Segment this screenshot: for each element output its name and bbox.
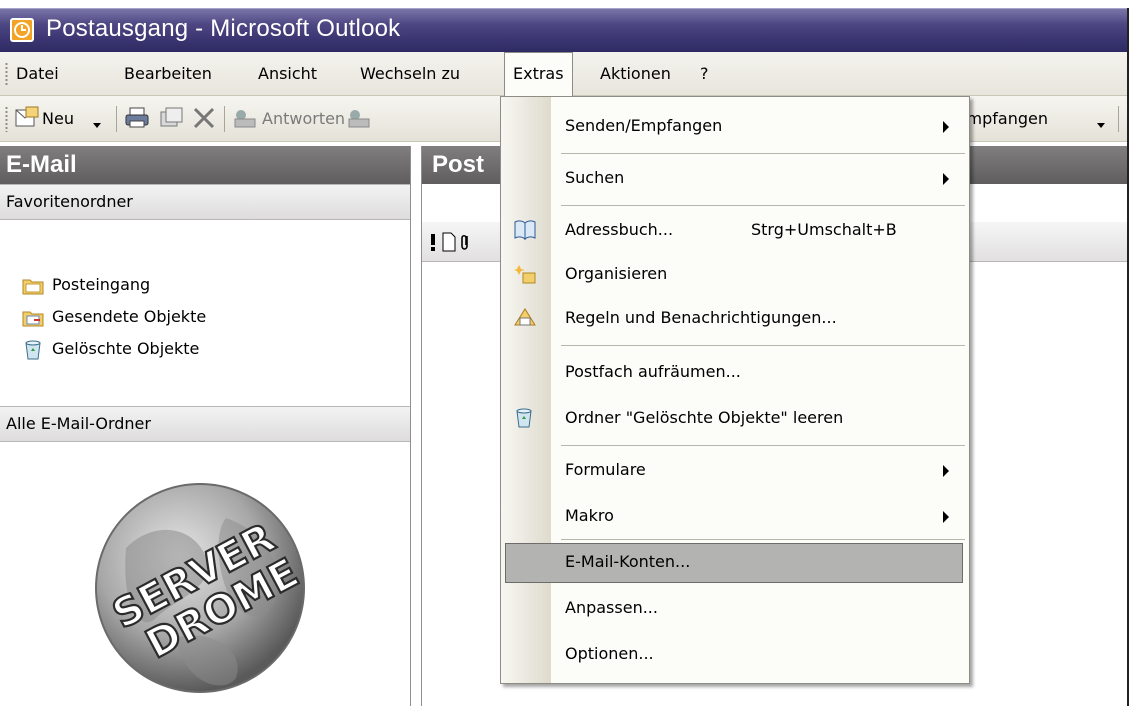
chevron-down-icon[interactable] [1096, 115, 1106, 134]
menu-datei[interactable]: Datei [8, 52, 67, 96]
new-mail-icon[interactable] [14, 106, 40, 134]
favorites-section-header[interactable]: Favoritenordner [0, 184, 410, 220]
menu-item-makro[interactable]: Makro [501, 495, 969, 539]
menu-item-geloeschte-objekte-leeren[interactable]: Ordner "Gelöschte Objekte" leeren [501, 397, 969, 441]
menu-item-suchen[interactable]: Suchen [501, 157, 969, 201]
move-to-folder-icon[interactable] [158, 106, 184, 134]
menu-item-label: Adressbuch... [565, 220, 674, 239]
menu-item-label: Anpassen... [565, 598, 658, 617]
menu-item-senden-empfangen[interactable]: Senden/Empfangen [501, 105, 969, 149]
menu-item-label: Postfach aufräumen... [565, 362, 741, 381]
menu-item-postfach-aufraeumen[interactable]: Postfach aufräumen... [501, 351, 969, 395]
menu-item-label: Makro [565, 506, 614, 525]
navigation-pane-header: E-Mail [0, 146, 410, 184]
menu-item-label: Formulare [565, 460, 646, 479]
sent-folder-icon [22, 311, 44, 327]
trash-icon [513, 407, 535, 433]
menu-wechseln-zu[interactable]: Wechseln zu [352, 52, 468, 96]
menu-bar: Datei Bearbeiten Ansicht Wechseln zu Ext… [0, 52, 1127, 96]
menu-separator [561, 539, 965, 540]
item-type-icon[interactable] [442, 232, 456, 256]
chevron-down-icon[interactable] [92, 115, 102, 134]
extras-dropdown-menu: Senden/Empfangen Suchen Adressbuch... St… [500, 96, 970, 684]
toolbar-divider [224, 106, 225, 132]
importance-icon[interactable] [428, 232, 438, 256]
menu-aktionen[interactable]: Aktionen [592, 52, 679, 96]
toolbar-divider [116, 106, 117, 132]
menu-item-label: Senden/Empfangen [565, 116, 723, 135]
server-drome-logo: SERVER DROME [86, 478, 314, 706]
menu-item-organisieren[interactable]: Organisieren [501, 253, 969, 297]
menu-item-adressbuch[interactable]: Adressbuch... Strg+Umschalt+B [501, 209, 969, 253]
menu-bearbeiten[interactable]: Bearbeiten [116, 52, 220, 96]
menu-item-label: Organisieren [565, 264, 668, 283]
menu-item-label: Suchen [565, 168, 625, 187]
reply-all-icon[interactable] [346, 106, 498, 134]
pane-splitter[interactable] [410, 146, 422, 706]
menu-extras[interactable]: Extras [504, 52, 573, 96]
toolbar-grip[interactable] [5, 106, 8, 132]
window-border [1127, 8, 1129, 706]
attachment-icon[interactable] [460, 232, 470, 256]
favorite-label: Posteingang [52, 275, 151, 294]
rules-icon [513, 307, 537, 333]
menu-item-formulare[interactable]: Formulare [501, 449, 969, 493]
submenu-arrow-icon [943, 465, 949, 477]
inbox-folder-icon [22, 279, 44, 295]
outlook-app-icon [10, 18, 34, 42]
menu-separator [561, 445, 965, 446]
menu-separator [561, 153, 965, 154]
menu-ansicht[interactable]: Ansicht [250, 52, 325, 96]
reply-button[interactable]: Antworten [262, 109, 345, 128]
new-button[interactable]: Neu [42, 109, 74, 128]
reply-icon[interactable] [232, 106, 258, 134]
menu-item-label: Ordner "Gelöschte Objekte" leeren [565, 408, 844, 427]
submenu-arrow-icon [943, 121, 949, 133]
menu-item-email-konten[interactable]: E-Mail-Konten... [501, 541, 969, 585]
submenu-arrow-icon [943, 173, 949, 185]
toolbar-divider [1118, 106, 1119, 132]
menu-item-anpassen[interactable]: Anpassen... [501, 587, 969, 631]
menu-item-optionen[interactable]: Optionen... [501, 633, 969, 677]
menu-separator [561, 205, 965, 206]
menu-item-label: Optionen... [565, 644, 654, 663]
menu-item-shortcut: Strg+Umschalt+B [751, 220, 897, 239]
print-icon[interactable] [124, 106, 150, 134]
organize-icon [513, 263, 537, 289]
menu-item-regeln[interactable]: Regeln und Benachrichtigungen... [501, 297, 969, 341]
submenu-arrow-icon [943, 511, 949, 523]
favorite-label: Gesendete Objekte [52, 307, 207, 326]
menu-separator [561, 345, 965, 346]
menu-item-label: Regeln und Benachrichtigungen... [565, 308, 837, 327]
menu-item-label: E-Mail-Konten... [565, 552, 691, 571]
trash-icon [25, 340, 41, 360]
menu-help[interactable]: ? [692, 52, 717, 96]
address-book-icon [513, 219, 537, 245]
title-bar[interactable]: Postausgang - Microsoft Outlook [0, 8, 1127, 52]
favorite-label: Gelöschte Objekte [52, 339, 200, 358]
all-mail-folders-header[interactable]: Alle E-Mail-Ordner [0, 406, 410, 442]
delete-icon[interactable] [192, 106, 216, 134]
window-title: Postausgang - Microsoft Outlook [46, 15, 401, 42]
